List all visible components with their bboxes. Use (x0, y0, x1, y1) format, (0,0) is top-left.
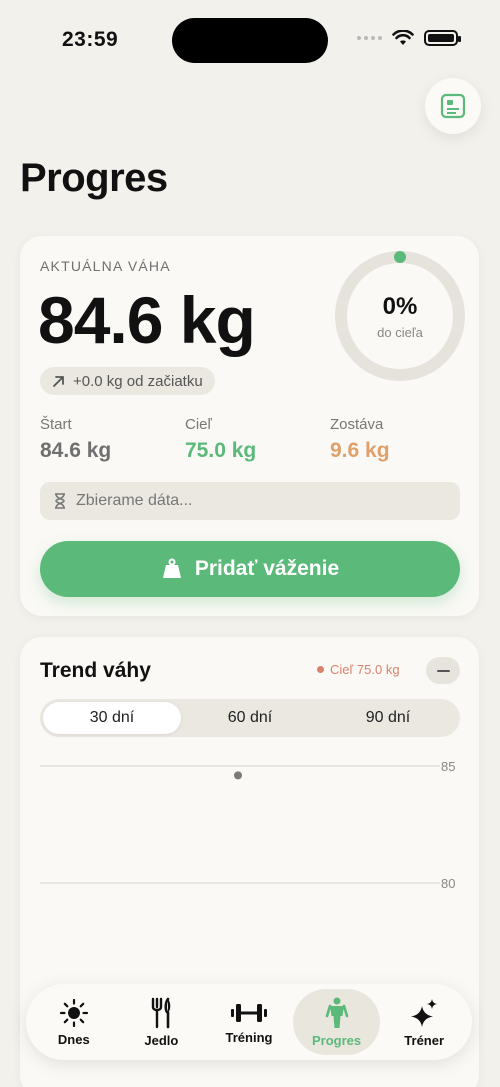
tab-label: Progres (312, 1032, 362, 1048)
battery-icon (424, 30, 461, 46)
tab-trener[interactable]: Tréner (380, 989, 468, 1055)
goal-legend-text: Cieľ 75.0 kg (330, 662, 400, 677)
goal-legend: Cieľ 75.0 kg (317, 662, 400, 677)
start-label: Štart (40, 416, 72, 433)
list-card-icon (440, 93, 466, 119)
figure-icon (325, 997, 348, 1028)
status-time: 23:59 (62, 28, 119, 51)
add-weighing-button[interactable]: Pridať váženie (40, 541, 460, 597)
collapse-button[interactable] (426, 657, 460, 684)
hourglass-icon (55, 493, 65, 509)
tab-jedlo[interactable]: Jedlo (118, 989, 206, 1055)
start-stat: Štart 84.6 kg (40, 416, 111, 463)
weight-change-text: +0.0 kg od začiatku (73, 372, 203, 390)
goal-percent: 0% (382, 292, 418, 320)
weight-icon (162, 558, 181, 578)
signal-icon (357, 36, 382, 40)
sun-icon (59, 998, 88, 1027)
tab-progres[interactable]: Progres (292, 989, 381, 1055)
status-bar: 23:59 (0, 0, 500, 80)
goal-stat: Cieľ 75.0 kg (185, 416, 256, 463)
add-weighing-label: Pridať váženie (194, 557, 340, 580)
tab-label: Tréning (225, 1029, 273, 1045)
current-weight-value: 84.6 kg (38, 283, 256, 357)
weight-change-badge: +0.0 kg od začiatku (40, 367, 215, 395)
goal-label: Cieľ (185, 416, 212, 433)
trend-title: Trend váhy (40, 659, 151, 682)
sparkles-icon (411, 998, 438, 1027)
remaining-value: 9.6 kg (330, 439, 390, 462)
collecting-data-text: Zbierame dáta... (76, 492, 193, 509)
arrow-up-right-icon (53, 375, 64, 387)
page-title: Progres (20, 156, 168, 200)
tab-label: Dnes (57, 1031, 90, 1047)
current-weight-card: AKTUÁLNA VÁHA 84.6 kg 0% do cieľa +0.0 k… (20, 236, 479, 616)
y-tick-label: 80 (441, 876, 455, 891)
tab-label: Tréner (404, 1032, 445, 1048)
minus-icon (436, 669, 450, 672)
range-30-days[interactable]: 30 dní (43, 702, 181, 734)
goal-legend-dot (317, 666, 324, 673)
status-icons (357, 30, 461, 46)
dynamic-island (172, 18, 328, 63)
dumbbell-icon (230, 1003, 267, 1022)
range-90-days[interactable]: 90 dní (319, 702, 457, 734)
goal-percent-caption: do cieľa (377, 324, 423, 340)
tab-label: Jedlo (144, 1032, 179, 1048)
goal-progress-text: 0% do cieľa (333, 249, 467, 383)
current-weight-label: AKTUÁLNA VÁHA (40, 258, 171, 274)
remaining-stat: Zostáva 9.6 kg (330, 416, 390, 463)
weight-log-button[interactable] (425, 78, 481, 134)
collecting-data-notice: Zbierame dáta... (40, 482, 460, 520)
y-tick-label: 85 (441, 759, 455, 774)
wifi-icon (392, 30, 414, 45)
remaining-label: Zostáva (330, 416, 384, 433)
range-60-days[interactable]: 60 dní (181, 702, 319, 734)
tab-trening[interactable]: Tréning (205, 989, 293, 1055)
data-point (234, 771, 242, 780)
goal-value: 75.0 kg (185, 439, 257, 462)
range-selector: 30 dní 60 dní 90 dní (40, 699, 460, 737)
tab-dnes[interactable]: Dnes (30, 989, 118, 1055)
weight-trend-chart: 85 80 (40, 759, 455, 891)
tab-bar: Dnes Jedlo Tréning Progres Tréner (26, 984, 472, 1060)
start-value: 84.6 kg (40, 439, 112, 462)
fork-knife-icon (152, 997, 171, 1028)
